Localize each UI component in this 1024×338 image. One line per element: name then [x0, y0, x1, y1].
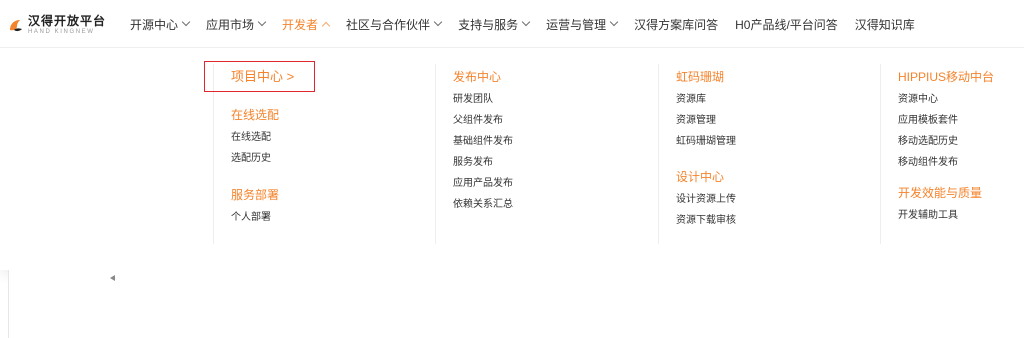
efficiency-title: 开发效能与质量 — [898, 186, 983, 200]
chevron-down-icon — [521, 17, 531, 27]
column-divider — [435, 64, 436, 244]
nav-item-solution-qa[interactable]: 汉得方案库问答 — [634, 16, 718, 33]
nav-item-open-source[interactable]: 开源中心 — [130, 16, 191, 33]
menu-link-design-upload[interactable]: 设计资源上传 — [676, 189, 736, 210]
menu-link-app-product-release[interactable]: 应用产品发布 — [453, 173, 513, 194]
menu-link-personal-deploy[interactable]: 个人部署 — [231, 207, 294, 228]
chevron-down-icon — [609, 17, 619, 27]
menu-column-3: 虹码珊瑚 资源库 资源管理 虹码珊瑚管理 设计中心 设计资源上传 资源下载审核 — [676, 68, 736, 231]
column-divider — [658, 64, 659, 244]
nav-item-h0-qa[interactable]: H0产品线/平台问答 — [735, 16, 838, 33]
menu-link-resource-management[interactable]: 资源管理 — [676, 110, 736, 131]
coral-title: 虹码珊瑚 — [676, 70, 725, 84]
nav-item-community[interactable]: 社区与合作伙伴 — [346, 16, 443, 33]
menu-link-rd-team[interactable]: 研发团队 — [453, 89, 513, 110]
menu-link-parent-component-release[interactable]: 父组件发布 — [453, 110, 513, 131]
chevron-down-icon — [433, 17, 443, 27]
online-config-title: 在线选配 — [231, 108, 280, 122]
menu-link-service-release[interactable]: 服务发布 — [453, 152, 513, 173]
logo[interactable]: 汉得开放平台 HAND KINGNEW — [8, 12, 106, 38]
design-center-title: 设计中心 — [676, 170, 725, 184]
developer-mega-menu: 项目中心 > 在线选配 在线选配 选配历史 服务部署 个人部署 发布中心 研发团… — [0, 48, 1024, 270]
highlight-annotation-box — [204, 61, 315, 92]
logo-subtitle: HAND KINGNEW — [28, 29, 95, 35]
service-deploy-title: 服务部署 — [231, 188, 280, 202]
menu-link-mobile-config-history[interactable]: 移动选配历史 — [898, 131, 994, 152]
logo-icon — [8, 17, 24, 33]
nav-item-app-market[interactable]: 应用市场 — [206, 16, 267, 33]
nav-item-operations[interactable]: 运营与管理 — [546, 16, 619, 33]
chevron-up-icon — [321, 21, 331, 30]
menu-link-base-component-release[interactable]: 基础组件发布 — [453, 131, 513, 152]
release-center-title: 发布中心 — [453, 70, 502, 84]
menu-column-1: 项目中心 > 在线选配 在线选配 选配历史 服务部署 个人部署 — [231, 68, 294, 228]
collapse-left-icon[interactable] — [110, 275, 115, 281]
menu-link-dependency-summary[interactable]: 依赖关系汇总 — [453, 194, 513, 215]
menu-link-resource-library[interactable]: 资源库 — [676, 89, 736, 110]
menu-link-download-review[interactable]: 资源下载审核 — [676, 210, 736, 231]
nav-item-support[interactable]: 支持与服务 — [458, 16, 531, 33]
main-nav: 开源中心 应用市场 开发者 社区与合作伙伴 支持与服务 运营与管理 汉得方案库问… — [130, 0, 932, 48]
top-navigation-bar: 汉得开放平台 HAND KINGNEW 开源中心 应用市场 开发者 社区与合作伙… — [0, 0, 1024, 48]
chevron-down-icon — [181, 17, 191, 27]
menu-link-app-template-kit[interactable]: 应用模板套件 — [898, 110, 994, 131]
menu-link-resource-center[interactable]: 资源中心 — [898, 89, 994, 110]
menu-column-2: 发布中心 研发团队 父组件发布 基础组件发布 服务发布 应用产品发布 依赖关系汇… — [453, 68, 513, 215]
hippius-title: HIPPIUS移动中台 — [898, 70, 995, 84]
menu-column-4: HIPPIUS移动中台 资源中心 应用模板套件 移动选配历史 移动组件发布 开发… — [898, 68, 994, 226]
menu-link-dev-tools[interactable]: 开发辅助工具 — [898, 205, 994, 226]
menu-link-mobile-component-release[interactable]: 移动组件发布 — [898, 152, 994, 173]
logo-title: 汉得开放平台 — [28, 14, 107, 28]
nav-item-developer[interactable]: 开发者 — [282, 16, 331, 33]
column-divider — [880, 64, 881, 244]
chevron-down-icon — [257, 17, 267, 27]
menu-link-coral-management[interactable]: 虹码珊瑚管理 — [676, 131, 736, 152]
nav-item-knowledge-base[interactable]: 汉得知识库 — [855, 16, 915, 33]
menu-link-config-history[interactable]: 选配历史 — [231, 148, 294, 169]
page-content-area — [8, 270, 1024, 338]
menu-link-online-config[interactable]: 在线选配 — [231, 127, 294, 148]
